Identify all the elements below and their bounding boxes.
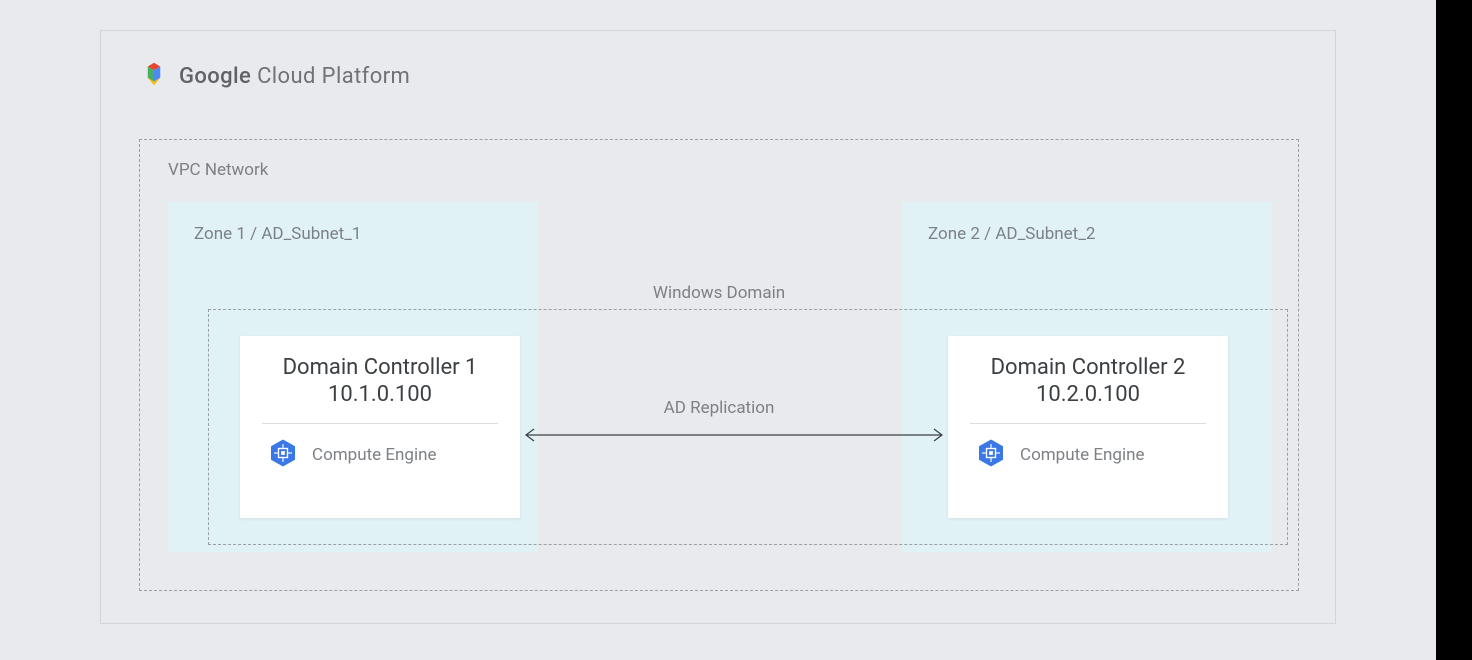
replication-arrow	[520, 425, 948, 445]
zone-1-label: Zone 1 / AD_Subnet_1	[194, 224, 361, 244]
diagram-canvas: Google Cloud Platform VPC Network Zone 1…	[0, 0, 1436, 660]
divider	[262, 423, 498, 424]
dc2-engine-row: Compute Engine	[970, 438, 1206, 472]
domain-controller-2: Domain Controller 2 10.2.0.100	[948, 336, 1228, 518]
dc1-ip: 10.1.0.100	[262, 382, 498, 407]
inner-frame: Google Cloud Platform VPC Network Zone 1…	[100, 30, 1336, 624]
replication-label: AD Replication	[664, 398, 775, 418]
compute-engine-icon	[268, 438, 298, 472]
dc1-engine-row: Compute Engine	[262, 438, 498, 472]
dc1-title: Domain Controller 1	[262, 354, 498, 382]
domain-controller-1: Domain Controller 1 10.1.0.100	[240, 336, 520, 518]
windows-domain-label: Windows Domain	[653, 283, 785, 303]
gcp-title: Google Cloud Platform	[179, 64, 410, 89]
compute-engine-icon	[976, 438, 1006, 472]
gcp-title-bold: Google	[179, 64, 251, 89]
gcp-title-rest: Cloud Platform	[257, 64, 410, 89]
vpc-network-box: VPC Network Zone 1 / AD_Subnet_1 Zone 2 …	[139, 139, 1299, 591]
divider	[970, 423, 1206, 424]
gcp-logo-icon	[139, 59, 169, 93]
dc1-engine-label: Compute Engine	[312, 445, 437, 465]
vpc-label: VPC Network	[168, 160, 268, 180]
dc2-ip: 10.2.0.100	[970, 382, 1206, 407]
dc2-title: Domain Controller 2	[970, 354, 1206, 382]
gcp-header: Google Cloud Platform	[139, 59, 410, 93]
zone-2-label: Zone 2 / AD_Subnet_2	[928, 224, 1095, 244]
dc2-engine-label: Compute Engine	[1020, 445, 1145, 465]
